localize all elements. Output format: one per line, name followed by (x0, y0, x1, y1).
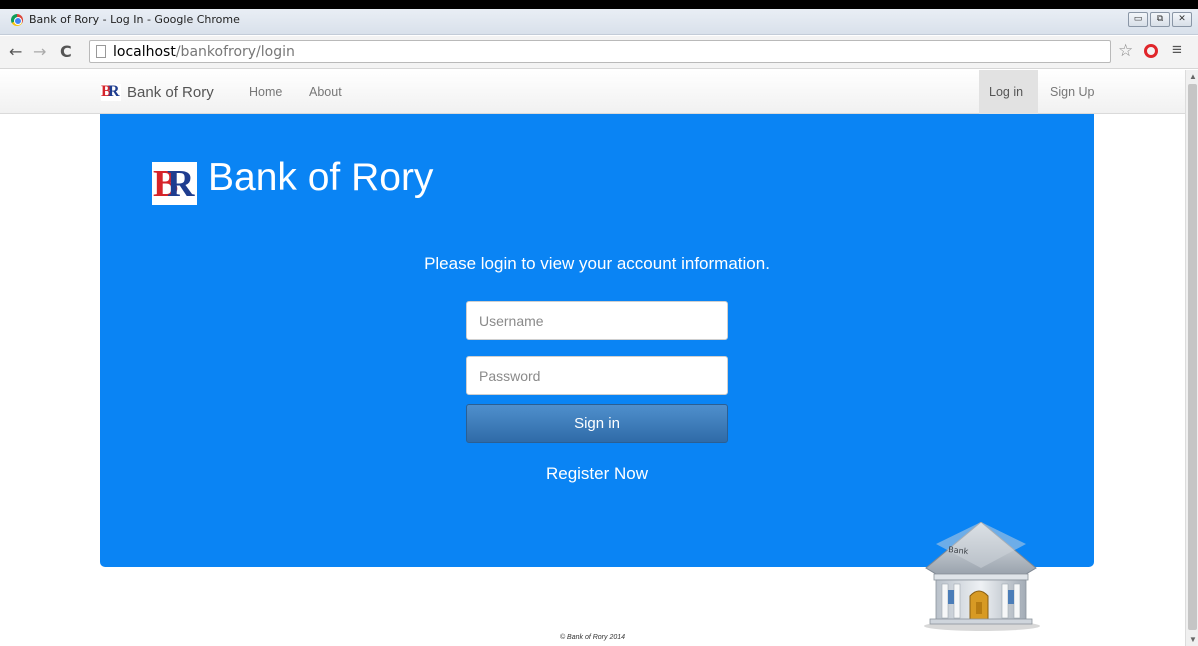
hero-title: Bank of Rory (208, 156, 434, 199)
page-footer: © Bank of Rory 2014 (559, 634, 626, 641)
register-now-link[interactable]: Register Now (100, 464, 1094, 484)
nav-about-link[interactable]: About (309, 85, 342, 99)
address-bar[interactable]: localhost/bankofrory/login (89, 40, 1111, 63)
brand-logo-icon: B R (101, 83, 121, 101)
scroll-down-icon[interactable]: ▼ (1189, 635, 1197, 644)
page-scrollbar[interactable]: ▲ ▼ (1185, 70, 1198, 646)
password-input[interactable] (466, 356, 728, 395)
reload-icon[interactable]: C (60, 42, 72, 61)
sign-in-button[interactable]: Sign in (466, 404, 728, 443)
brand-name: Bank of Rory (127, 84, 214, 101)
scroll-thumb[interactable] (1188, 84, 1197, 630)
nav-signup-link[interactable]: Sign Up (1050, 85, 1094, 99)
back-arrow-icon[interactable]: ← (9, 42, 22, 61)
navbar-brand[interactable]: B R Bank of Rory (101, 83, 214, 101)
url-host: localhost (113, 44, 176, 60)
site-navbar: B R Bank of Rory Home About Log in Sign … (0, 70, 1185, 114)
hero-logo-icon: B R (152, 162, 197, 205)
chrome-favicon-icon (11, 14, 23, 26)
opera-icon[interactable] (1144, 44, 1158, 58)
bank-building-icon: Bank (924, 522, 1040, 631)
minimize-button[interactable]: ▭ (1128, 12, 1148, 27)
nav-login-link[interactable]: Log in (979, 70, 1038, 114)
window-title: Bank of Rory - Log In - Google Chrome (29, 13, 240, 26)
restore-button[interactable]: ⧉ (1150, 12, 1170, 27)
nav-home-link[interactable]: Home (249, 85, 282, 99)
page-icon (96, 45, 106, 58)
address-url[interactable]: localhost/bankofrory/login (113, 44, 295, 60)
url-path: /bankofrory/login (175, 44, 295, 60)
browser-toolbar: ← → C localhost/bankofrory/login ☆ ≡ (0, 36, 1198, 69)
nav-login-label: Log in (989, 85, 1024, 99)
page-viewport: B R Bank of Rory Home About Log in Sign … (0, 70, 1185, 646)
hero-logo-letter-r: R (167, 163, 195, 205)
logo-letter-r: R (108, 83, 120, 100)
window-controls: ▭ ⧉ ✕ (1128, 12, 1192, 27)
scroll-up-icon[interactable]: ▲ (1189, 72, 1197, 81)
login-jumbotron: B R Bank of Rory Please login to view yo… (100, 114, 1094, 567)
star-icon[interactable]: ☆ (1118, 41, 1133, 61)
menu-icon[interactable]: ≡ (1172, 40, 1182, 60)
forward-arrow-icon[interactable]: → (33, 42, 46, 61)
window-top-border (0, 0, 1198, 9)
close-button[interactable]: ✕ (1172, 12, 1192, 27)
username-input[interactable] (466, 301, 728, 340)
window-titlebar: Bank of Rory - Log In - Google Chrome ▭ … (0, 9, 1198, 35)
hero-lead-text: Please login to view your account inform… (424, 254, 770, 273)
